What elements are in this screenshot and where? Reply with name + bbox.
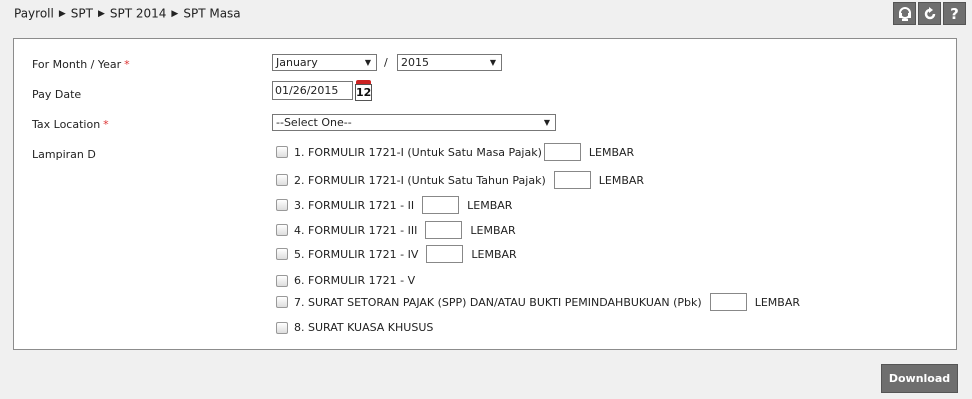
- item-4-count-input[interactable]: [425, 221, 463, 239]
- item-2-checkbox[interactable]: [276, 174, 288, 186]
- tax-location-select[interactable]: --Select One-- ▼: [272, 114, 556, 131]
- month-select-value: January: [276, 56, 318, 69]
- lampiran-item-4: 4. FORMULIR 1721 - III LEMBAR: [276, 221, 516, 239]
- calendar-day: 12: [355, 84, 372, 101]
- item-2-unit: LEMBAR: [598, 173, 645, 187]
- refresh-button[interactable]: [918, 2, 941, 25]
- headset-icon: [898, 6, 911, 21]
- toolbar: ?: [893, 2, 966, 25]
- item-5-unit: LEMBAR: [471, 247, 517, 261]
- tax-location-label: Tax Location *: [32, 118, 109, 131]
- item-3-unit: LEMBAR: [467, 198, 513, 212]
- breadcrumb-item-spt-2014[interactable]: SPT 2014: [110, 7, 167, 21]
- item-4-checkbox[interactable]: [276, 224, 288, 236]
- item-3-count-input[interactable]: [422, 196, 460, 214]
- lampiran-label: Lampiran D: [32, 148, 96, 161]
- lampiran-item-3: 3. FORMULIR 1721 - II LEMBAR: [276, 196, 512, 214]
- item-5-count-input[interactable]: [426, 245, 464, 263]
- item-5-label: 5. FORMULIR 1721 - IV: [294, 247, 419, 261]
- calendar-button[interactable]: 12: [355, 80, 372, 101]
- help-button[interactable]: ?: [943, 2, 966, 25]
- refresh-icon: [924, 6, 935, 19]
- item-8-label: 8. SURAT KUASA KHUSUS: [294, 321, 434, 334]
- lampiran-item-1: 1. FORMULIR 1721-I (Untuk Satu Masa Paja…: [276, 143, 634, 161]
- year-select[interactable]: 2015 ▼: [397, 54, 502, 71]
- item-1-checkbox[interactable]: [276, 146, 288, 158]
- support-button[interactable]: [893, 2, 916, 25]
- item-7-count-input[interactable]: [709, 293, 747, 311]
- tax-location-select-value: --Select One--: [276, 116, 352, 129]
- tax-location-label-text: Tax Location: [32, 118, 101, 131]
- breadcrumb: Payroll ▶ SPT ▶ SPT 2014 ▶ SPT Masa: [14, 6, 241, 21]
- year-select-value: 2015: [401, 56, 429, 69]
- lampiran-item-2: 2. FORMULIR 1721-I (Untuk Satu Tahun Paj…: [276, 171, 644, 189]
- item-7-unit: LEMBAR: [754, 295, 801, 309]
- dropdown-arrow-icon: ▼: [543, 118, 550, 127]
- help-icon: ?: [950, 4, 959, 23]
- breadcrumb-item-spt[interactable]: SPT: [71, 7, 93, 21]
- lampiran-item-6: 6. FORMULIR 1721 - V: [276, 274, 415, 287]
- month-select[interactable]: January ▼: [272, 54, 377, 71]
- breadcrumb-separator-icon: ▶: [171, 8, 179, 19]
- item-8-checkbox[interactable]: [276, 321, 288, 334]
- item-2-label: 2. FORMULIR 1721-I (Untuk Satu Tahun Paj…: [294, 173, 546, 187]
- item-4-unit: LEMBAR: [470, 223, 516, 237]
- lampiran-item-7: 7. SURAT SETORAN PAJAK (SPP) DAN/ATAU BU…: [276, 293, 800, 311]
- dropdown-arrow-icon: ▼: [489, 58, 496, 67]
- dropdown-arrow-icon: ▼: [364, 58, 371, 67]
- breadcrumb-item-payroll[interactable]: Payroll: [14, 7, 54, 21]
- item-1-unit: LEMBAR: [588, 145, 635, 159]
- download-button[interactable]: Download: [881, 364, 958, 393]
- top-bar: Payroll ▶ SPT ▶ SPT 2014 ▶ SPT Masa ?: [0, 0, 972, 28]
- required-mark: *: [103, 118, 109, 131]
- lampiran-item-5: 5. FORMULIR 1721 - IV LEMBAR: [276, 245, 517, 263]
- required-mark: *: [124, 58, 130, 71]
- item-1-count-input[interactable]: [543, 143, 581, 161]
- month-year-label-text: For Month / Year: [32, 58, 122, 71]
- breadcrumb-separator-icon: ▶: [97, 8, 105, 19]
- item-4-label: 4. FORMULIR 1721 - III: [294, 223, 418, 237]
- item-3-label: 3. FORMULIR 1721 - II: [294, 198, 415, 212]
- pay-date-label: Pay Date: [32, 88, 82, 101]
- item-1-label: 1. FORMULIR 1721-I (Untuk Satu Masa Paja…: [294, 145, 542, 159]
- breadcrumb-item-spt-masa: SPT Masa: [183, 6, 241, 21]
- item-7-label: 7. SURAT SETORAN PAJAK (SPP) DAN/ATAU BU…: [294, 295, 702, 309]
- form-panel: For Month / Year * January ▼ / 2015 ▼ Pay…: [13, 38, 957, 350]
- year-separator: /: [384, 56, 388, 69]
- breadcrumb-separator-icon: ▶: [58, 8, 66, 19]
- item-3-checkbox[interactable]: [276, 199, 288, 211]
- lampiran-item-8: 8. SURAT KUASA KHUSUS: [276, 321, 433, 334]
- pay-date-input[interactable]: 01/26/2015: [272, 81, 353, 100]
- item-5-checkbox[interactable]: [276, 248, 288, 260]
- item-6-checkbox[interactable]: [276, 274, 288, 287]
- item-6-label: 6. FORMULIR 1721 - V: [294, 274, 416, 287]
- month-year-label: For Month / Year *: [32, 58, 130, 71]
- item-7-checkbox[interactable]: [276, 296, 288, 308]
- item-2-count-input[interactable]: [553, 171, 591, 189]
